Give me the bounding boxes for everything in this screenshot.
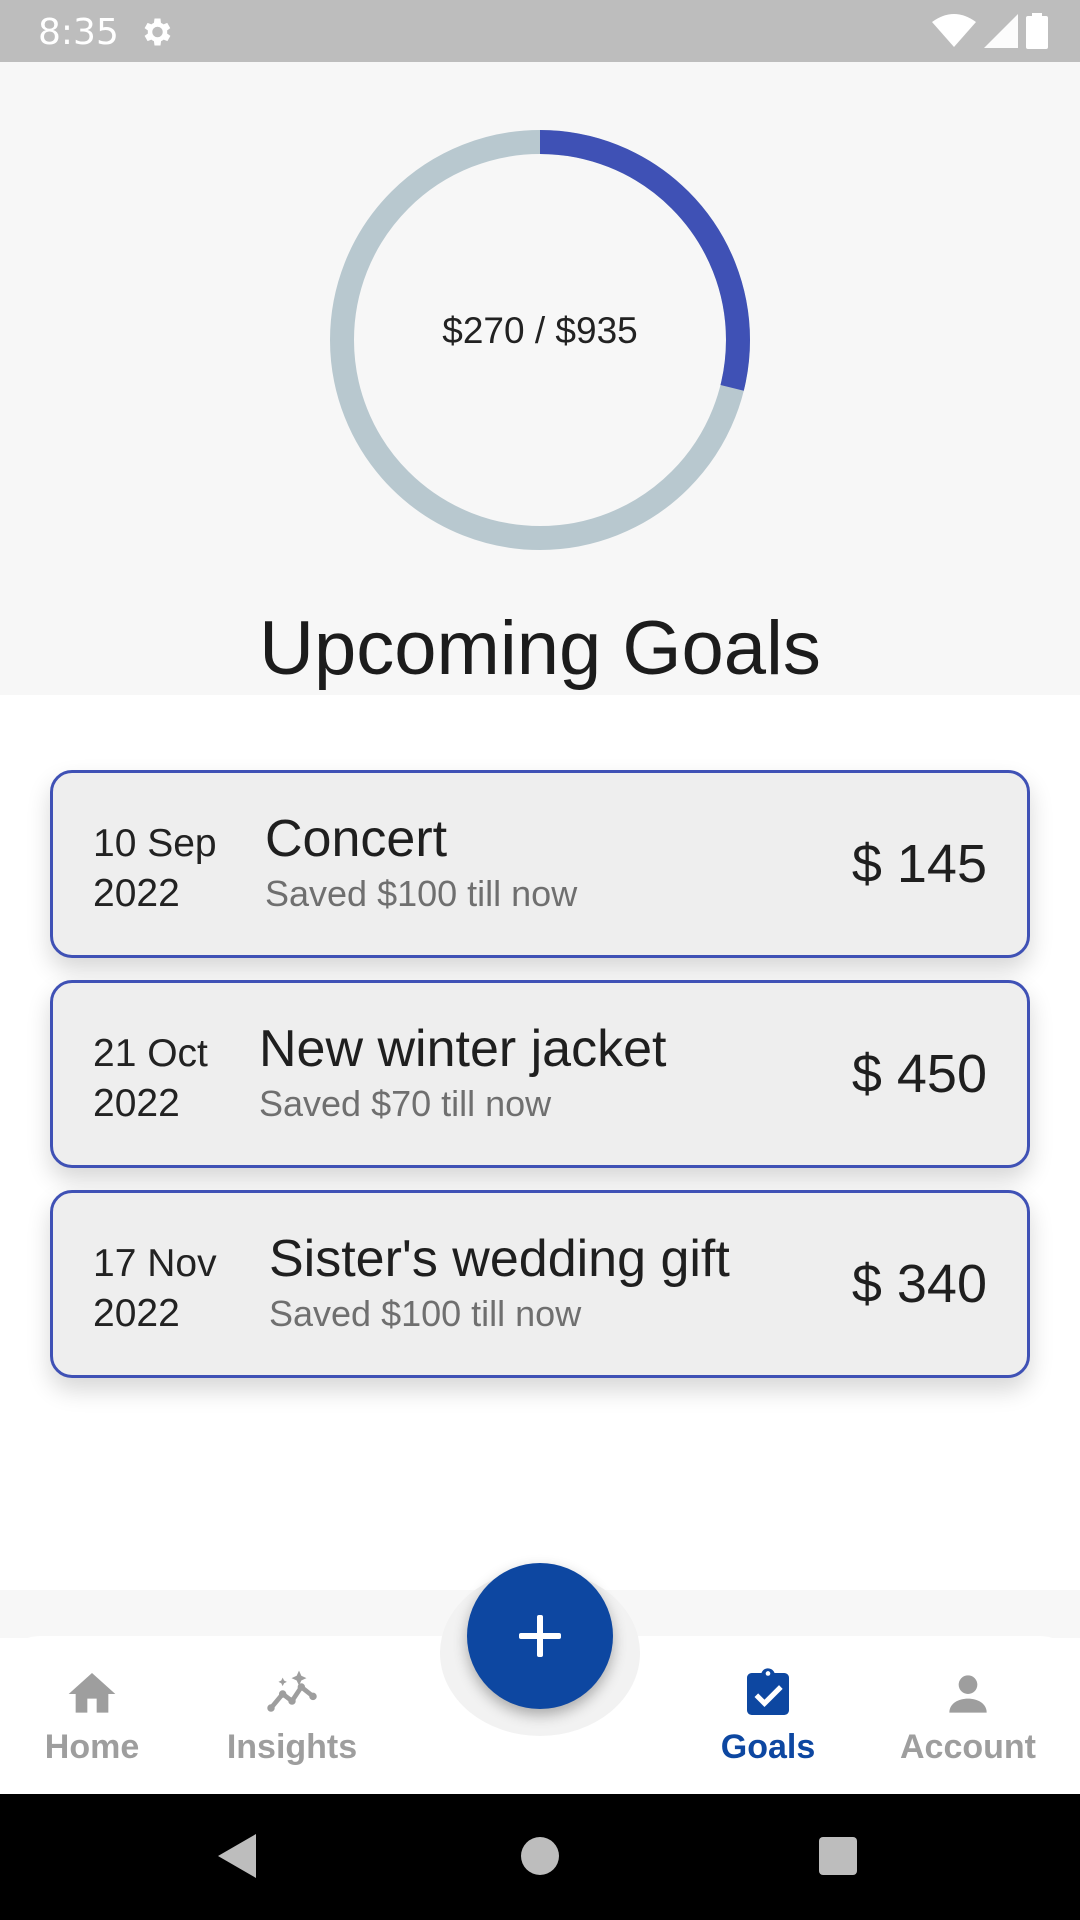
nav-label-home: Home bbox=[44, 1728, 140, 1766]
wifi-icon bbox=[932, 14, 976, 47]
goal-date: 17 Nov 2022 bbox=[93, 1239, 217, 1339]
nav-item-goals[interactable]: Goals bbox=[678, 1666, 858, 1776]
nav-label-insights: Insights bbox=[226, 1728, 358, 1766]
section-title: Upcoming Goals bbox=[259, 606, 821, 691]
goal-amount: $ 450 bbox=[851, 1044, 987, 1104]
goal-card[interactable]: 10 Sep 2022 Concert Saved $100 till now … bbox=[50, 770, 1030, 958]
goal-amount: $ 340 bbox=[851, 1254, 987, 1314]
status-bar: 8:35 bbox=[0, 0, 1080, 62]
goal-date-year: 2022 bbox=[93, 872, 180, 915]
goal-name: Concert bbox=[265, 810, 448, 868]
goal-date-day-month: 17 Nov bbox=[93, 1242, 217, 1285]
plus-icon-vertical bbox=[537, 1615, 543, 1657]
goal-saved-text: Saved $70 till now bbox=[259, 1083, 552, 1124]
goal-date-day-month: 10 Sep bbox=[93, 822, 217, 865]
nav-label-goals: Goals bbox=[720, 1728, 816, 1766]
nav-item-home[interactable]: Home bbox=[2, 1666, 182, 1776]
settings-gear-icon bbox=[144, 18, 171, 46]
goal-saved-text: Saved $100 till now bbox=[265, 873, 578, 914]
goal-saved-text: Saved $100 till now bbox=[269, 1293, 582, 1334]
add-goal-button[interactable] bbox=[467, 1563, 613, 1709]
account-icon bbox=[949, 1675, 987, 1713]
home-circle-icon[interactable] bbox=[520, 1836, 560, 1876]
goal-date: 21 Oct 2022 bbox=[93, 1029, 208, 1129]
battery-icon bbox=[1026, 13, 1048, 49]
goal-date: 10 Sep 2022 bbox=[93, 819, 217, 919]
savings-progress-text: $270 / $935 bbox=[442, 310, 638, 351]
goal-date-year: 2022 bbox=[93, 1292, 180, 1335]
goal-card[interactable]: 17 Nov 2022 Sister's wedding gift Saved … bbox=[50, 1190, 1030, 1378]
insights-icon bbox=[267, 1670, 317, 1712]
nav-label-account: Account bbox=[900, 1728, 1036, 1766]
system-navigation-bar bbox=[0, 1794, 1080, 1920]
home-icon bbox=[68, 1673, 116, 1713]
status-icons bbox=[932, 12, 1048, 50]
goal-name: New winter jacket bbox=[259, 1020, 667, 1078]
status-time: 8:35 bbox=[38, 12, 119, 53]
cellular-signal-icon bbox=[984, 14, 1018, 48]
recents-icon[interactable] bbox=[818, 1836, 858, 1876]
nav-item-insights[interactable]: Insights bbox=[202, 1666, 382, 1776]
goal-date-year: 2022 bbox=[93, 1082, 180, 1125]
back-icon[interactable] bbox=[216, 1832, 260, 1880]
goal-card[interactable]: 21 Oct 2022 New winter jacket Saved $70 … bbox=[50, 980, 1030, 1168]
goal-date-day-month: 21 Oct bbox=[93, 1032, 208, 1075]
goal-name: Sister's wedding gift bbox=[269, 1230, 730, 1288]
goals-icon bbox=[747, 1668, 789, 1715]
goal-amount: $ 145 bbox=[851, 834, 987, 894]
nav-item-account[interactable]: Account bbox=[878, 1666, 1058, 1776]
